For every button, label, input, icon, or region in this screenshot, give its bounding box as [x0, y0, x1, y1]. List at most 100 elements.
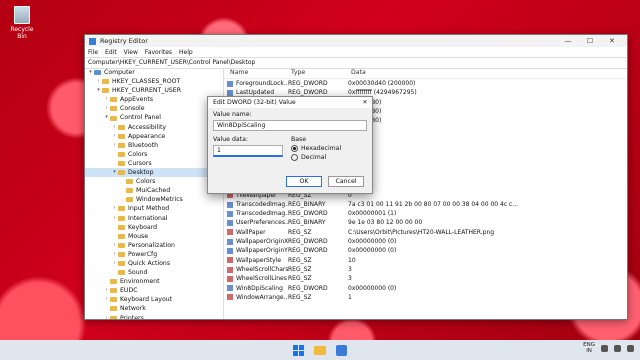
- expand-arrow-icon[interactable]: ›: [111, 241, 118, 250]
- tree-node[interactable]: ▾ Desktop: [85, 168, 223, 178]
- tree-node[interactable]: › Input Method: [85, 204, 223, 213]
- value-row[interactable]: TranscodedImag... REG_BINARY 7a c3 01 00 1…: [224, 200, 627, 209]
- recycle-bin-icon[interactable]: Recycle Bin: [6, 6, 38, 40]
- tree-node[interactable]: › Bluetooth: [85, 141, 223, 150]
- tree-node[interactable]: › Console: [85, 104, 223, 113]
- tree-node[interactable]: › Accessibility: [85, 123, 223, 132]
- value-data-input[interactable]: 1: [213, 145, 283, 157]
- dialog-close-button[interactable]: ✕: [358, 97, 372, 108]
- folder-icon: [118, 151, 125, 157]
- wifi-icon[interactable]: [601, 344, 608, 352]
- tree-node[interactable]: ▾ Computer: [85, 68, 223, 77]
- tree-node[interactable]: Cursors: [85, 159, 223, 168]
- expand-arrow-icon[interactable]: ▾: [103, 113, 110, 122]
- menu-help[interactable]: Help: [179, 49, 193, 56]
- value-type: REG_DWORD: [288, 238, 328, 246]
- tree-node[interactable]: › PowerCfg: [85, 250, 223, 259]
- tree-node[interactable]: Sound: [85, 268, 223, 277]
- expand-arrow-icon[interactable]: ▾: [87, 68, 94, 77]
- tree-node[interactable]: › Quick Actions: [85, 259, 223, 268]
- expand-arrow-icon[interactable]: ›: [111, 141, 118, 150]
- tree-node[interactable]: › AppEvents: [85, 95, 223, 104]
- decimal-radio[interactable]: Decimal: [291, 154, 367, 161]
- expand-arrow-icon[interactable]: ›: [111, 250, 118, 259]
- tree-node[interactable]: Environment: [85, 277, 223, 286]
- tree-node[interactable]: Colors: [85, 150, 223, 159]
- value-row[interactable]: WheelScrollChars REG_SZ 3: [224, 265, 627, 274]
- start-button[interactable]: [293, 344, 304, 356]
- tree-node[interactable]: › International: [85, 214, 223, 223]
- hexadecimal-radio[interactable]: Hexadecimal: [291, 145, 367, 152]
- menu-favorites[interactable]: Favorites: [145, 49, 172, 56]
- value-row[interactable]: WallpaperOriginY REG_DWORD 0x00000000 (0): [224, 246, 627, 255]
- value-row[interactable]: TranscodedImag... REG_DWORD 0x00000001 (1): [224, 209, 627, 218]
- value-name: WheelScrollLines: [236, 275, 287, 283]
- expand-arrow-icon[interactable]: ›: [103, 286, 110, 295]
- menu-view[interactable]: View: [124, 49, 138, 56]
- recycle-bin-label: Recycle Bin: [10, 26, 34, 40]
- tree-node[interactable]: › Appearance: [85, 132, 223, 141]
- expand-arrow-icon[interactable]: ▾: [111, 168, 118, 177]
- folder-icon: [102, 88, 109, 94]
- tree-node[interactable]: › EUDC: [85, 286, 223, 295]
- minimize-button[interactable]: —: [557, 37, 579, 45]
- value-data: 3: [348, 265, 352, 273]
- tree-node[interactable]: › Personalization: [85, 241, 223, 250]
- dialog-title-bar[interactable]: Edit DWORD (32-bit) Value ✕: [208, 97, 372, 108]
- value-data: 0x00000001 (1): [348, 210, 397, 218]
- tree-node[interactable]: › Keyboard Layout: [85, 295, 223, 304]
- value-type: REG_SZ: [288, 265, 312, 273]
- folder-icon: [118, 251, 125, 257]
- column-type[interactable]: Type: [291, 68, 351, 78]
- tree-node[interactable]: › HKEY_CLASSES_ROOT: [85, 77, 223, 86]
- expand-arrow-icon[interactable]: ›: [111, 123, 118, 132]
- expand-arrow-icon[interactable]: ›: [111, 204, 118, 213]
- value-name: WallpaperOriginY: [236, 247, 288, 255]
- expand-arrow-icon[interactable]: ›: [111, 132, 118, 141]
- expand-arrow-icon[interactable]: ›: [103, 314, 110, 319]
- value-row[interactable]: WheelScrollLines REG_SZ 3: [224, 274, 627, 283]
- tree-node[interactable]: Colors: [85, 177, 223, 186]
- tree-node[interactable]: WindowMetrics: [85, 195, 223, 204]
- registry-editor-taskbar-icon[interactable]: [336, 344, 347, 356]
- tree-node[interactable]: Network: [85, 304, 223, 313]
- column-name[interactable]: Name: [224, 68, 291, 78]
- volume-icon[interactable]: [614, 344, 621, 352]
- value-row[interactable]: ForegroundLock... REG_DWORD 0x00030d40 (20…: [224, 79, 627, 88]
- expand-arrow-icon[interactable]: ›: [103, 104, 110, 113]
- value-row[interactable]: WallPaper REG_SZ C:\Users\Orbit\Pictures\H…: [224, 228, 627, 237]
- tree-node[interactable]: › Printers: [85, 314, 223, 319]
- expand-arrow-icon[interactable]: ›: [103, 95, 110, 104]
- tree-node[interactable]: Keyboard: [85, 223, 223, 232]
- tree-node[interactable]: ▾ HKEY_CURRENT_USER: [85, 86, 223, 95]
- value-row[interactable]: UserPreferences... REG_BINARY 9e 1e 03 80 …: [224, 218, 627, 227]
- file-explorer-icon[interactable]: [314, 345, 326, 355]
- value-data: 0x00000000 (0): [348, 284, 397, 292]
- expand-arrow-icon[interactable]: ›: [111, 259, 118, 268]
- expand-arrow-icon[interactable]: ›: [103, 295, 110, 304]
- column-data[interactable]: Data: [351, 68, 366, 78]
- value-row[interactable]: Win8DpiScaling REG_DWORD 0x00000000 (0): [224, 284, 627, 293]
- tree-node-label: Colors: [136, 178, 156, 186]
- battery-icon[interactable]: [627, 344, 634, 352]
- tree-node[interactable]: ▾ Control Panel: [85, 113, 223, 122]
- value-type: REG_SZ: [288, 256, 312, 264]
- title-bar[interactable]: Registry Editor — ☐ ✕: [85, 35, 627, 47]
- language-indicator[interactable]: ENG IN: [583, 342, 595, 354]
- expand-arrow-icon[interactable]: ›: [95, 77, 102, 86]
- expand-arrow-icon[interactable]: ›: [111, 214, 118, 223]
- expand-arrow-icon[interactable]: ▾: [95, 86, 102, 95]
- ok-button[interactable]: OK: [286, 176, 322, 187]
- menu-file[interactable]: File: [88, 49, 98, 56]
- value-row[interactable]: WindowArrange... REG_SZ 1: [224, 293, 627, 302]
- value-type: REG_BINARY: [288, 200, 326, 208]
- value-row[interactable]: WallpaperStyle REG_SZ 10: [224, 256, 627, 265]
- menu-edit[interactable]: Edit: [105, 49, 117, 56]
- tree-node[interactable]: MuiCached: [85, 186, 223, 195]
- tree-node[interactable]: Mouse: [85, 232, 223, 241]
- close-button[interactable]: ✕: [601, 37, 623, 45]
- maximize-button[interactable]: ☐: [579, 37, 601, 45]
- cancel-button[interactable]: Cancel: [328, 176, 364, 187]
- value-row[interactable]: WallpaperOriginX REG_DWORD 0x00000000 (0): [224, 237, 627, 246]
- value-data: 500 (1280): [348, 116, 627, 125]
